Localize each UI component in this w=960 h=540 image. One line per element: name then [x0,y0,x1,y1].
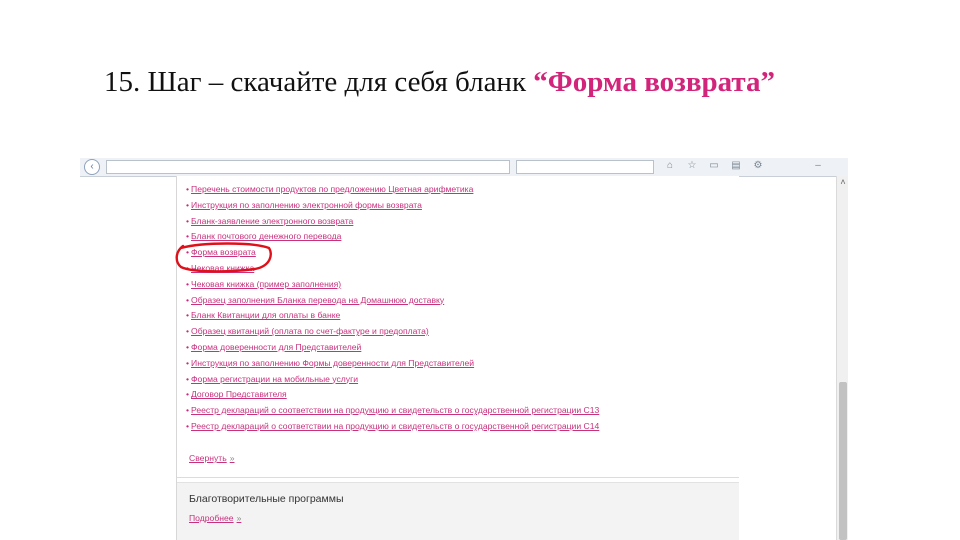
document-link[interactable]: Перечень стоимости продуктов по предложе… [191,184,473,194]
section-divider [177,477,739,478]
list-item: • Бланк Квитанции для оплаты в банке [186,310,341,321]
list-item: • Договор Представителя [186,389,287,400]
browser-toolbar: ‹ ⌂ ☆ ▭ ▤ ⚙ – [80,158,848,177]
document-link[interactable]: Образец квитанций (оплата по счет-фактур… [191,326,429,336]
documents-panel: • Перечень стоимости продуктов по предлож… [175,176,739,540]
collapse-label: Свернуть [189,453,227,463]
document-link[interactable]: Инструкция по заполнению Формы доверенно… [191,358,474,368]
vertical-scrollbar[interactable]: ˄ [836,176,848,540]
tools-icon[interactable]: ⚙ [752,160,764,172]
browser-search-field[interactable] [516,160,654,174]
charity-section: Благотворительные программы Подробнее» [177,482,739,540]
scroll-up-icon[interactable]: ˄ [837,176,848,188]
list-item: • Инструкция по заполнению электронной фо… [186,199,422,210]
list-item: • Образец заполнения Бланка перевода на Д… [186,294,445,305]
document-link[interactable]: Чековая книжка (пример заполнения) [191,279,341,289]
list-item: • Реестр деклараций о соответствии на про… [186,405,600,416]
charity-more-link[interactable]: Подробнее» [189,513,241,523]
charity-more-label: Подробнее [189,513,234,523]
list-item: • Форма регистрации на мобильные услуги [186,373,359,384]
highlight-circle-annotation [175,242,272,273]
list-item: • Реестр деклараций о соответствии на про… [186,420,600,431]
list-item: • Инструкция по заполнению Формы доверенн… [186,357,475,368]
charity-title: Благотворительные программы [189,493,344,505]
slide-title: 15. Шаг – скачайте для себя бланк “Форма… [104,66,775,99]
list-item: • Чековая книжка (пример заполнения) [186,278,342,289]
document-link[interactable]: Форма регистрации на мобильные услуги [191,374,358,384]
document-link[interactable]: Реестр деклараций о соответствии на прод… [191,405,599,415]
list-item: • Бланк-заявление электронного возврата [186,215,354,226]
list-item: • Перечень стоимости продуктов по предлож… [186,184,474,194]
document-link[interactable]: Форма доверенности для Представителей [191,342,361,352]
collapse-link[interactable]: Свернуть» [189,453,234,463]
document-link[interactable]: Образец заполнения Бланка перевода на До… [191,295,444,305]
document-link[interactable]: Реестр деклараций о соответствии на прод… [191,421,599,431]
page-icon[interactable]: ▤ [730,160,742,172]
slide-title-highlight: “Форма возврата” [533,66,775,98]
home-icon[interactable]: ⌂ [664,160,676,172]
document-links: • Перечень стоимости продуктов по предлож… [186,182,599,435]
back-icon[interactable]: ‹ [84,159,100,175]
scroll-thumb[interactable] [839,382,847,540]
favorites-icon[interactable]: ☆ [686,160,698,172]
browser-screenshot: ‹ ⌂ ☆ ▭ ▤ ⚙ – • Перечень стоимости продук… [80,158,848,540]
address-bar[interactable] [106,160,510,174]
minimize-icon[interactable]: – [812,160,824,172]
slide-title-text: 15. Шаг – скачайте для себя бланк [104,66,534,98]
collapse-arrow-icon: » [229,453,235,463]
list-item: • Форма доверенности для Представителей [186,341,362,352]
document-link[interactable]: Инструкция по заполнению электронной фор… [191,200,422,210]
document-link[interactable]: Бланк-заявление электронного возврата [191,216,353,226]
list-item: • Образец квитанций (оплата по счет-факту… [186,326,429,337]
document-link[interactable]: Договор Представителя [191,389,287,399]
print-icon[interactable]: ▭ [708,160,720,172]
expand-arrow-icon: » [236,513,242,523]
document-link[interactable]: Бланк Квитанции для оплаты в банке [191,310,340,320]
